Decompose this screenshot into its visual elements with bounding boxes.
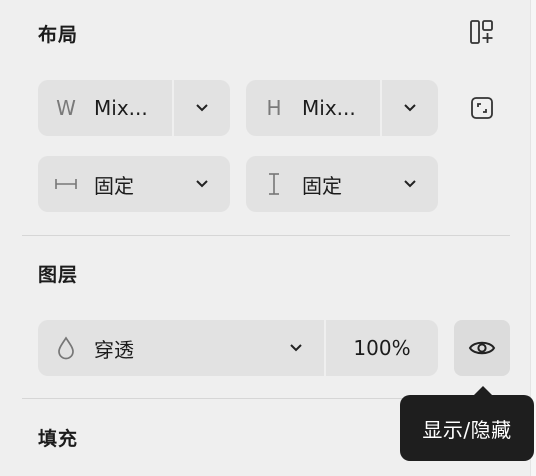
vertical-resize-icon [269,173,279,195]
chevron-down-icon [196,180,208,188]
design-properties-panel: 布局 W Mix... H Mix... 固定 固定 图层 穿透 100% 填充… [0,0,536,476]
blend-mode-dropdown[interactable] [268,320,324,376]
visibility-tooltip: 显示/隐藏 [400,386,534,461]
layout-section-title: 布局 [38,24,79,46]
chevron-down-icon [196,104,208,112]
blend-icon-wrap [38,336,94,360]
drop-icon [58,336,74,360]
height-dropdown-button[interactable] [382,80,438,136]
horizontal-sizing-select[interactable]: 固定 [38,156,230,212]
resize-to-fit-icon [471,97,493,119]
blend-mode-field[interactable]: 穿透 100% [38,320,438,376]
chevron-down-icon [404,180,416,188]
vertical-sizing-icon-wrap [246,172,302,196]
height-value[interactable]: Mix... [302,96,356,120]
width-prefix-label: W [56,96,76,120]
height-field[interactable]: H Mix... [246,80,438,136]
add-auto-layout-button[interactable] [464,14,500,50]
opacity-input[interactable]: 100% [326,336,438,360]
vertical-sizing-value: 固定 [302,173,342,198]
horizontal-sizing-icon-wrap [38,177,94,191]
layer-section-title: 图层 [38,264,79,286]
width-value[interactable]: Mix... [94,96,148,120]
fill-section-title: 填充 [38,428,79,450]
chevron-down-icon [290,344,302,352]
vertical-sizing-dropdown[interactable] [382,156,438,212]
blend-mode-value: 穿透 [94,337,134,362]
width-dropdown-button[interactable] [174,80,230,136]
eye-icon [468,341,496,355]
width-field[interactable]: W Mix... [38,80,230,136]
resize-to-fit-button[interactable] [464,90,500,126]
horizontal-sizing-dropdown[interactable] [174,156,230,212]
chevron-down-icon [404,104,416,112]
section-divider [22,235,510,236]
add-auto-layout-icon [470,20,493,44]
horizontal-resize-icon [55,179,77,189]
horizontal-sizing-value: 固定 [94,173,134,198]
vertical-sizing-select[interactable]: 固定 [246,156,438,212]
height-prefix-label: H [266,96,282,120]
toggle-visibility-button[interactable] [454,320,510,376]
